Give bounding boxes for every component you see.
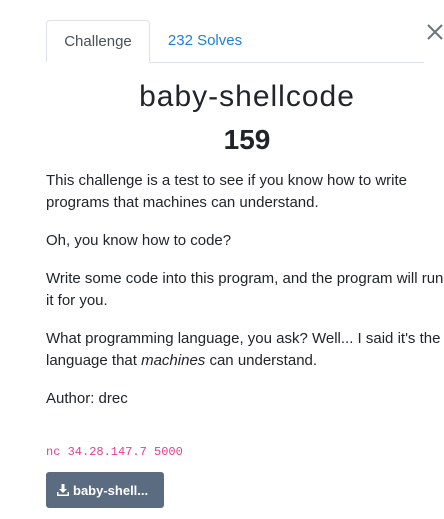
download-file-label: baby-shell... [73, 482, 149, 498]
description-text: can understand. [205, 352, 318, 369]
description-emphasis: machines [141, 352, 206, 369]
download-icon [57, 484, 69, 496]
tab-challenge[interactable]: Challenge [46, 20, 150, 63]
description-paragraph: Oh, you know how to code? [46, 232, 232, 249]
challenge-tabs: Challenge 232 Solves [46, 20, 424, 63]
tab-solves[interactable]: 232 Solves [150, 20, 260, 62]
connection-command: nc 34.28.147.7 5000 [46, 445, 183, 459]
challenge-description: This challenge is a test to see if you k… [46, 170, 444, 426]
challenge-author: Author: drec [46, 390, 128, 407]
description-paragraph: Write some code into this program, and t… [46, 270, 444, 309]
challenge-points: 159 [223, 124, 271, 155]
download-file-button[interactable]: baby-shell... [46, 472, 164, 508]
description-paragraph: This challenge is a test to see if you k… [46, 172, 408, 211]
close-button[interactable] [424, 20, 444, 42]
close-icon [427, 24, 443, 40]
description-paragraph: What programming language, you ask? Well… [46, 328, 444, 372]
challenge-name: baby-shellcode [139, 80, 355, 113]
